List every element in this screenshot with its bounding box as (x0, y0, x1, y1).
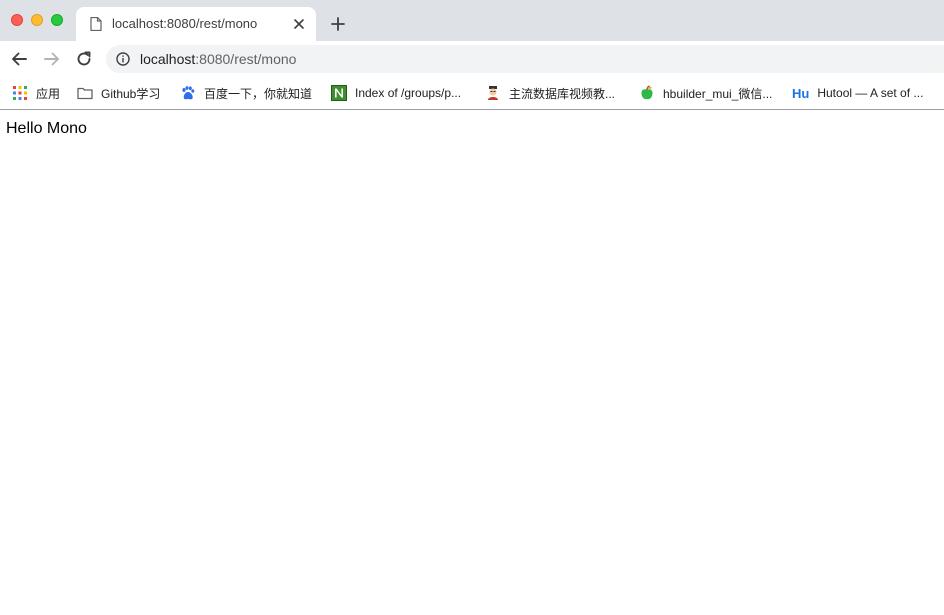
close-icon[interactable] (292, 17, 306, 31)
active-tab[interactable]: localhost:8080/rest/mono (76, 7, 316, 41)
response-text: Hello Mono (6, 120, 87, 137)
hutool-icon: Hu (792, 85, 810, 101)
page-content: Hello Mono (0, 110, 944, 615)
new-tab-plus-icon[interactable] (330, 16, 346, 32)
tab-title: localhost:8080/rest/mono (112, 16, 258, 31)
apps-grid-icon (13, 86, 27, 100)
info-icon[interactable] (116, 52, 130, 66)
window-maximize-button[interactable] (51, 14, 63, 26)
bookmark-label: Index of /groups/p... (355, 86, 462, 100)
folder-icon (77, 87, 93, 100)
url-text: localhost:8080/rest/mono (140, 51, 296, 67)
toolbar: localhost:8080/rest/mono (0, 41, 944, 77)
bookmark-label: 百度一下，你就知道 (204, 86, 313, 101)
bookmark-nexus-index[interactable]: Index of /groups/p... (331, 83, 461, 103)
arrow-left-icon[interactable] (10, 50, 28, 68)
arrow-right-icon[interactable] (43, 50, 61, 68)
tab-strip: localhost:8080/rest/mono (0, 0, 944, 41)
bookmark-github-folder[interactable]: Github学习 (77, 83, 160, 103)
avatar-icon (488, 86, 498, 100)
bookmark-apps[interactable]: 应用 (12, 83, 60, 103)
window-minimize-button[interactable] (31, 14, 43, 26)
bookmarks-bar: 应用 Github学习 百度一下，你就知道 Index of /groups/p… (0, 77, 944, 110)
bookmark-hbuilder[interactable]: hbuilder_mui_微信... (639, 83, 772, 103)
bookmark-db-videos[interactable]: 主流数据库视频教... (485, 83, 615, 103)
nexus-n-icon (331, 85, 347, 101)
apple-icon (641, 85, 653, 100)
address-bar[interactable]: localhost:8080/rest/mono (106, 45, 944, 73)
window-close-button[interactable] (11, 14, 23, 26)
bookmark-label: 主流数据库视频教... (509, 86, 616, 101)
url-path: :8080/rest/mono (195, 51, 297, 67)
bookmark-label: Hutool — A set of ... (817, 86, 924, 100)
bookmark-baidu[interactable]: 百度一下，你就知道 (180, 83, 312, 103)
reload-icon[interactable] (75, 50, 93, 68)
bookmark-label: Github学习 (101, 86, 161, 101)
page-icon (90, 17, 102, 31)
bookmark-label: hbuilder_mui_微信... (663, 86, 773, 101)
baidu-paw-icon (182, 86, 195, 100)
bookmark-hutool[interactable]: Hu Hutool — A set of ... (792, 83, 923, 103)
url-host: localhost (140, 51, 196, 67)
bookmark-label: 应用 (36, 86, 61, 101)
browser-window: localhost:8080/rest/mono localhost:8080/… (0, 0, 944, 615)
